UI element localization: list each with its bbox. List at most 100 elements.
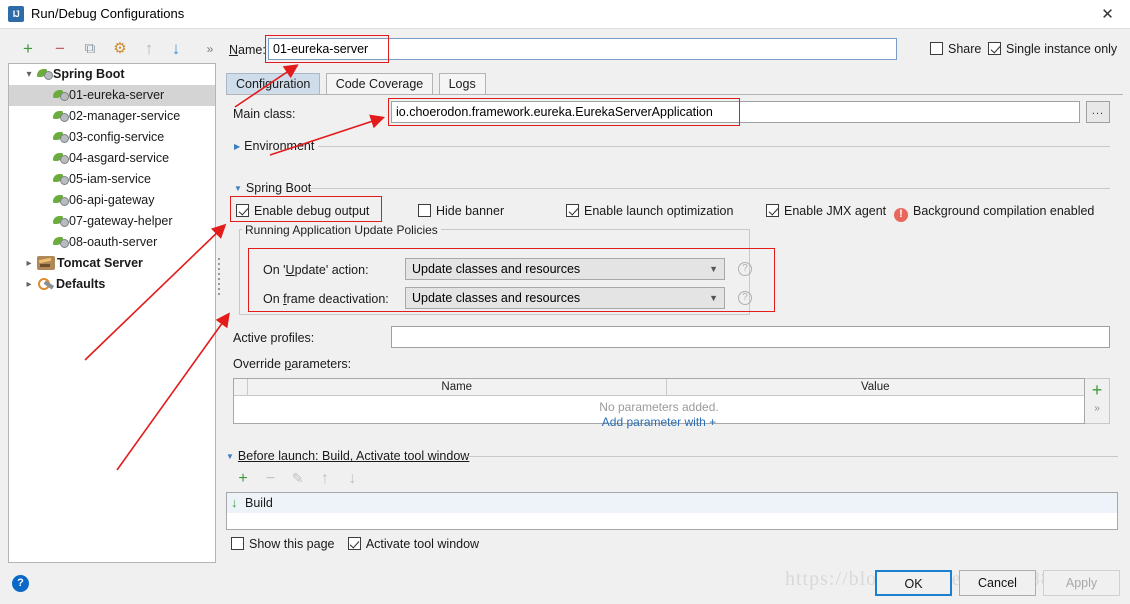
hide-banner-checkbox[interactable]: Hide banner: [418, 204, 504, 218]
title-bar: IJ Run/Debug Configurations ✕: [0, 0, 1130, 29]
tab-configuration[interactable]: Configuration: [226, 73, 321, 95]
toolbar-overflow-icon[interactable]: »: [198, 38, 222, 60]
tree-item-label: 05-iam-service: [69, 172, 151, 186]
tree-item-04-asgard-service[interactable]: 04-asgard-service: [9, 148, 215, 169]
chevron-right-icon[interactable]: ▶: [234, 142, 240, 151]
main-class-input[interactable]: [391, 101, 1080, 123]
table-add-parameter-link[interactable]: Add parameter with +: [234, 415, 1084, 429]
on-update-help-icon[interactable]: ?: [738, 262, 752, 276]
tree-item-label: 03-config-service: [69, 130, 165, 144]
spring-leaf-icon: [53, 214, 69, 228]
tab-logs[interactable]: Logs: [438, 73, 486, 95]
tree-item-label: 02-manager-service: [69, 109, 181, 123]
spring-leaf-icon: [53, 235, 69, 249]
tree-item-02-manager-service[interactable]: 02-manager-service: [9, 106, 215, 127]
tree-group-label: Defaults: [56, 277, 106, 291]
browse-main-class-button[interactable]: ...: [1086, 101, 1110, 123]
hide-banner-label: Hide banner: [436, 204, 505, 218]
move-up-icon[interactable]: ↑: [137, 38, 161, 60]
tree-item-03-config-service[interactable]: 03-config-service: [9, 127, 215, 148]
on-frame-deactivation-label: On frame deactivation:: [263, 292, 389, 306]
tree-item-06-api-gateway[interactable]: 06-api-gateway: [9, 190, 215, 211]
background-compilation-warning-label: Background compilation enabled: [913, 204, 1095, 218]
activate-tool-window-checkbox[interactable]: Activate tool window: [347, 537, 479, 551]
edit-templates-gear-icon[interactable]: ⚙: [108, 38, 132, 60]
on-update-action-combo[interactable]: Update classes and resources ▼: [405, 258, 725, 280]
tree-item-08-oauth-server[interactable]: 08-oauth-server: [9, 232, 215, 253]
apply-button[interactable]: Apply: [1043, 570, 1120, 596]
remove-configuration-button[interactable]: −: [48, 38, 72, 60]
enable-launch-optimization-checkbox[interactable]: Enable launch optimization: [566, 204, 733, 218]
chevron-down-icon[interactable]: ▾: [21, 64, 37, 85]
enable-debug-output-label: Enable debug output: [254, 204, 370, 218]
tab-code-coverage[interactable]: Code Coverage: [325, 73, 434, 95]
tree-item-05-iam-service[interactable]: 05-iam-service: [9, 169, 215, 190]
before-launch-list[interactable]: ↓ Build: [226, 492, 1118, 530]
before-launch-remove-button[interactable]: −: [258, 470, 282, 488]
section-spring-boot-label: Spring Boot: [245, 181, 312, 195]
table-header-blank: [234, 379, 248, 395]
on-frame-deactivation-help-icon[interactable]: ?: [738, 291, 752, 305]
main-class-label: Main class:: [233, 107, 296, 121]
share-checkbox[interactable]: Share: [930, 42, 981, 56]
enable-debug-output-checkbox-box[interactable]: [236, 204, 249, 217]
on-frame-deactivation-combo[interactable]: Update classes and resources ▼: [405, 287, 725, 309]
spring-leaf-icon: [37, 67, 53, 81]
add-parameter-button[interactable]: +: [1085, 379, 1109, 401]
window-title: Run/Debug Configurations: [31, 6, 185, 21]
name-label: Name:: [229, 43, 266, 57]
before-launch-move-down-icon[interactable]: ↓: [340, 470, 364, 488]
section-environment[interactable]: ▶ Environment: [234, 139, 314, 153]
show-this-page-checkbox-box[interactable]: [231, 537, 244, 550]
spring-leaf-icon: [53, 88, 69, 102]
single-instance-checkbox[interactable]: Single instance only: [988, 42, 1117, 56]
show-this-page-checkbox[interactable]: Show this page: [231, 537, 334, 551]
tree-item-label: 07-gateway-helper: [69, 214, 173, 228]
tree-item-07-gateway-helper[interactable]: 07-gateway-helper: [9, 211, 215, 232]
activate-tool-window-checkbox-box[interactable]: [347, 537, 361, 550]
override-parameters-table[interactable]: Name Value No parameters added. Add para…: [233, 378, 1085, 429]
before-launch-add-button[interactable]: +: [231, 470, 255, 488]
tree-group-defaults[interactable]: ▸ Defaults: [9, 274, 215, 295]
section-environment-label: Environment: [244, 139, 315, 153]
before-launch-item-build[interactable]: ↓ Build: [227, 493, 1117, 513]
copy-configuration-icon[interactable]: ⧉: [78, 38, 102, 60]
enable-jmx-agent-checkbox-box[interactable]: [766, 204, 779, 217]
panel-splitter-handle[interactable]: [216, 255, 222, 325]
background-compilation-warning: ! Background compilation enabled: [894, 204, 1094, 222]
cancel-button[interactable]: Cancel: [959, 570, 1036, 596]
chevron-down-icon[interactable]: ▼: [709, 259, 718, 279]
chevron-down-icon[interactable]: ▼: [226, 452, 234, 461]
configurations-tree[interactable]: ▾ Spring Boot 01-eureka-server 02-manager…: [8, 63, 216, 563]
move-down-icon[interactable]: ↓: [164, 38, 188, 60]
active-profiles-label: Active profiles:: [233, 331, 315, 345]
share-checkbox-box[interactable]: [930, 42, 943, 55]
name-input[interactable]: [268, 38, 897, 60]
before-launch-edit-icon[interactable]: ✎: [286, 470, 310, 487]
before-launch-move-up-icon[interactable]: ↑: [313, 470, 337, 488]
close-icon[interactable]: ✕: [1085, 0, 1130, 29]
chevron-right-icon[interactable]: ▸: [21, 274, 37, 295]
tree-group-spring-boot[interactable]: ▾ Spring Boot: [9, 64, 215, 85]
before-launch-toolbar: + − ✎ ↑ ↓: [231, 470, 364, 488]
table-header-row: Name Value: [234, 379, 1084, 396]
add-configuration-button[interactable]: +: [16, 38, 40, 60]
share-label: Share: [948, 42, 982, 56]
enable-launch-optimization-checkbox-box[interactable]: [566, 204, 579, 217]
tree-group-tomcat-server[interactable]: ▸ Tomcat Server: [9, 253, 215, 274]
section-before-launch[interactable]: ▼ Before launch: Build, Activate tool win…: [226, 449, 469, 463]
single-instance-checkbox-box[interactable]: [988, 42, 1001, 55]
section-spring-boot[interactable]: ▼ Spring Boot: [234, 181, 311, 195]
active-profiles-input[interactable]: [391, 326, 1110, 348]
chevron-right-icon[interactable]: ▸: [21, 253, 37, 274]
override-parameters-label: Override parameters:: [233, 357, 352, 371]
hide-banner-checkbox-box[interactable]: [418, 204, 431, 217]
chevron-down-icon[interactable]: ▼: [709, 288, 718, 308]
chevron-down-icon[interactable]: ▼: [234, 184, 242, 193]
enable-jmx-agent-checkbox[interactable]: Enable JMX agent: [766, 204, 886, 218]
tree-item-01-eureka-server[interactable]: 01-eureka-server: [9, 85, 215, 106]
enable-debug-output-checkbox[interactable]: Enable debug output: [236, 204, 369, 218]
table-overflow-icon[interactable]: »: [1085, 401, 1109, 417]
ok-button[interactable]: OK: [875, 570, 952, 596]
help-button[interactable]: ?: [12, 575, 29, 592]
